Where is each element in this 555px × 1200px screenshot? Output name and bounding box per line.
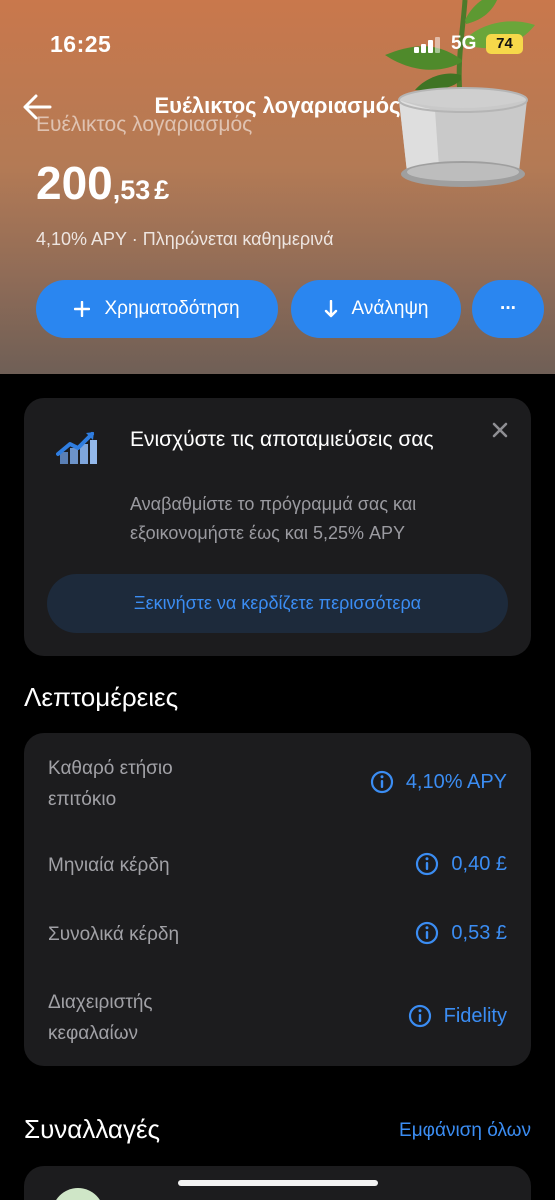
details-value-text: 0,53 £ <box>451 921 507 944</box>
signal-icon <box>414 37 440 53</box>
withdraw-button-label: Ανάληψη <box>351 298 429 319</box>
details-row-manager[interactable]: Διαχειριστής κεφαλαίων Fidelity <box>24 987 531 1049</box>
details-card: Καθαρό ετήσιο επιτόκιο 4,10% APY Μηνιαία… <box>24 733 531 1066</box>
fund-button[interactable]: Χρηματοδότηση <box>36 280 278 338</box>
promo-title: Ενισχύστε τις αποταμιεύσεις σας <box>130 428 434 451</box>
account-label: Ευέλικτος λογαριασμός <box>36 113 253 136</box>
details-row-label: Συνολικά κέρδη <box>48 924 180 945</box>
balance-integer: 200 <box>36 157 113 209</box>
see-all-link[interactable]: Εμφάνιση όλων <box>399 1120 531 1142</box>
details-row-value[interactable]: 0,53 £ <box>415 921 507 945</box>
balance-decimal: ,53 <box>112 175 151 205</box>
details-row-label: Μηνιαία κέρδη <box>48 855 170 876</box>
details-row-value[interactable]: 0,40 £ <box>415 852 507 876</box>
details-row-label: Διαχειριστής κεφαλαίων <box>48 992 153 1044</box>
close-icon[interactable] <box>490 420 510 440</box>
status-bar: 16:25 5G 74 <box>0 0 555 80</box>
details-row-monthly[interactable]: Μηνιαία κέρδη 0,40 £ <box>24 850 531 881</box>
details-row-total[interactable]: Συνολικά κέρδη 0,53 £ <box>24 919 531 950</box>
promo-body: Αναβαθμίστε το πρόγραμμά σας και εξοικον… <box>130 494 417 543</box>
info-icon[interactable] <box>415 921 439 945</box>
withdraw-button[interactable]: Ανάληψη <box>291 280 461 338</box>
balance-currency: £ <box>154 175 170 205</box>
details-value-text: 0,40 £ <box>451 852 507 875</box>
details-row-rate[interactable]: Καθαρό ετήσιο επιτόκιο 4,10% APY <box>24 753 531 815</box>
network-type: 5G <box>451 33 477 54</box>
info-icon[interactable] <box>408 1004 432 1028</box>
transactions-title: Συναλλαγές <box>24 1114 161 1144</box>
status-time: 16:25 <box>50 31 112 57</box>
savings-chart-icon <box>56 432 97 464</box>
fund-button-label: Χρηματοδότηση <box>104 298 240 319</box>
arrow-down-icon <box>324 300 338 318</box>
more-icon: ··· <box>500 298 517 319</box>
details-title: Λεπτομέρειες <box>24 682 179 712</box>
details-value-text: Fidelity <box>443 1004 507 1027</box>
upgrade-cta-button[interactable]: Ξεκινήστε να κερδίζετε περισσότερα <box>47 574 508 633</box>
details-row-label: Καθαρό ετήσιο επιτόκιο <box>48 758 173 810</box>
info-icon[interactable] <box>415 852 439 876</box>
rate-line: 4,10% APY · Πληρώνεται καθημερινά <box>36 229 334 249</box>
promo-card: Ενισχύστε τις αποταμιεύσεις σας Αναβαθμί… <box>24 398 531 656</box>
details-value-text: 4,10% APY <box>405 770 507 793</box>
home-indicator[interactable] <box>178 1180 378 1186</box>
balance: 200,53 £ <box>36 156 169 210</box>
account-header: 16:25 5G 74 Ευέλικτος λογαριασμός Ευέλικ… <box>0 0 555 374</box>
details-row-value[interactable]: 4,10% APY <box>370 770 507 794</box>
battery-icon: 74 <box>486 34 523 54</box>
info-icon[interactable] <box>370 770 394 794</box>
details-row-value[interactable]: Fidelity <box>408 1004 507 1028</box>
transaction-avatar <box>52 1188 104 1200</box>
more-button[interactable]: ··· <box>472 280 544 338</box>
plus-icon <box>74 301 91 317</box>
